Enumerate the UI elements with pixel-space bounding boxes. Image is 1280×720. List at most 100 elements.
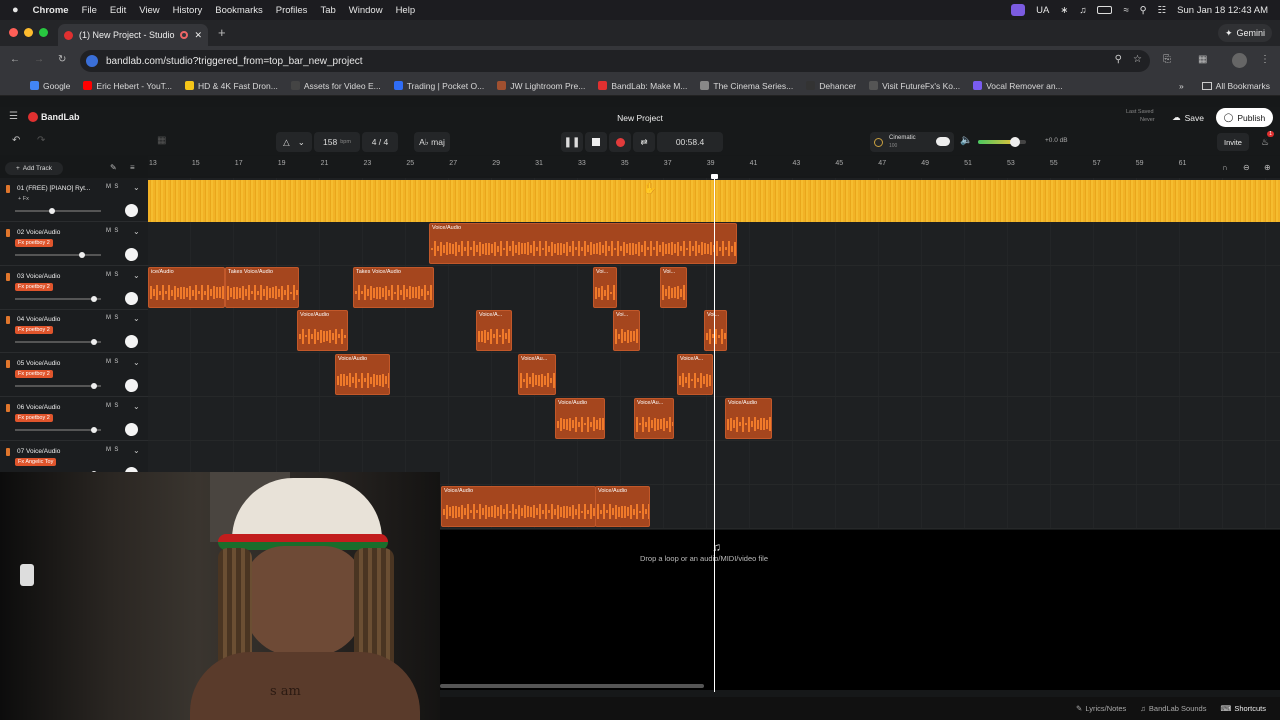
bookmark-item[interactable]: Vocal Remover an... — [973, 81, 1063, 91]
track-volume-handle[interactable] — [79, 251, 85, 258]
audio-clip[interactable]: Voice/Audio — [725, 398, 772, 439]
track-name[interactable]: 05 Voice/Audio — [17, 360, 60, 367]
track-mute-solo[interactable]: M S — [106, 315, 118, 321]
menu-edit[interactable]: Edit — [110, 5, 126, 16]
solo-button[interactable]: S — [114, 272, 118, 278]
track-pan-knob[interactable] — [125, 335, 138, 349]
menu-app-name[interactable]: Chrome — [33, 5, 69, 16]
track-pan-knob[interactable] — [125, 379, 138, 393]
track-volume-handle[interactable] — [91, 427, 97, 433]
minimize-window-button[interactable] — [24, 28, 33, 37]
key-field[interactable]: A♭ maj — [414, 132, 450, 152]
mute-button[interactable]: M — [106, 272, 111, 278]
drop-zone[interactable]: ♫ Drop a loop or an audio/MIDI/video fil… — [440, 530, 1280, 690]
track-volume-handle[interactable] — [91, 295, 97, 302]
track-name[interactable]: 02 Voice/Audio — [17, 229, 60, 236]
menu-profiles[interactable]: Profiles — [276, 5, 308, 16]
audio-clip[interactable]: Voi... — [704, 310, 727, 352]
edit-tool-icon[interactable]: ✎ — [110, 163, 117, 172]
apple-icon[interactable]: ● — [12, 4, 19, 16]
side-panel-icon[interactable]: ▦ — [1198, 54, 1207, 65]
tempo-field[interactable]: 158 bpm — [314, 132, 360, 152]
preset-toggle[interactable] — [936, 137, 950, 146]
record-button[interactable] — [609, 132, 631, 152]
profile-avatar[interactable] — [1232, 53, 1247, 68]
audio-clip[interactable]: ice/Audio — [148, 266, 225, 308]
audio-clip[interactable]: Takes Voice/Audio — [225, 266, 299, 308]
volume-icon[interactable]: ♫ — [1079, 5, 1086, 16]
track-pan-knob[interactable] — [125, 247, 138, 261]
audio-clip[interactable]: Voice/Au... — [634, 398, 674, 439]
audio-clip[interactable]: Voice/Audio — [429, 222, 737, 264]
audio-clip[interactable]: Voi... — [660, 266, 687, 308]
audio-clip[interactable]: Voi... — [593, 266, 617, 308]
add-track-button[interactable]: + Add Track — [5, 162, 63, 175]
bookmark-item[interactable]: Trading | Pocket O... — [393, 81, 484, 91]
bookmark-item[interactable]: Dehancer — [806, 81, 856, 91]
menu-view[interactable]: View — [139, 5, 159, 16]
bookmark-item[interactable]: HD & 4K Fast Dron... — [185, 81, 278, 91]
chevron-down-icon[interactable]: ⌄ — [133, 314, 140, 323]
track-header[interactable]: 04 Voice/Audio Fx poetboy 2 M S ⌄ — [0, 309, 148, 354]
bookmark-item[interactable]: JW Lightroom Pre... — [497, 81, 585, 91]
mute-button[interactable]: M — [106, 315, 111, 321]
track-volume-slider[interactable] — [15, 253, 101, 256]
menu-tab[interactable]: Tab — [320, 5, 335, 16]
tab-new-project[interactable]: (1) New Project - Studio ✕ — [58, 24, 208, 46]
audio-clip[interactable]: Voi... — [613, 310, 640, 352]
track-mute-solo[interactable]: M S — [106, 359, 118, 365]
track-name[interactable]: 06 Voice/Audio — [17, 404, 60, 411]
solo-button[interactable]: S — [114, 359, 118, 365]
solo-button[interactable]: S — [114, 403, 118, 409]
mute-button[interactable]: M — [106, 359, 111, 365]
bookmark-item[interactable]: Assets for Video E... — [290, 81, 381, 91]
track-volume-handle[interactable] — [49, 208, 56, 214]
solo-button[interactable]: S — [114, 315, 118, 321]
track-name[interactable]: 04 Voice/Audio — [17, 316, 60, 323]
audio-clip[interactable]: Voice/Audio — [555, 398, 605, 439]
menu-file[interactable]: File — [82, 5, 97, 16]
mixer-icon[interactable]: ▦ — [157, 135, 166, 146]
solo-button[interactable]: S — [114, 228, 118, 234]
record-arm-icon[interactable] — [6, 185, 10, 193]
gemini-button[interactable]: ✦ Gemini — [1218, 24, 1272, 42]
track-volume-slider[interactable] — [15, 210, 101, 212]
save-button[interactable]: ☁ Save — [1166, 108, 1210, 127]
invite-button[interactable]: Invite — [1217, 133, 1249, 151]
close-tab-icon[interactable]: ✕ — [194, 30, 202, 41]
input-language[interactable]: UA — [1036, 5, 1049, 16]
mute-button[interactable]: M — [106, 403, 111, 409]
undo-icon[interactable]: ↶ — [12, 135, 20, 146]
menu-window[interactable]: Window — [349, 5, 383, 16]
track-header[interactable]: 05 Voice/Audio Fx poetboy 2 M S ⌄ — [0, 353, 148, 398]
loop-button[interactable]: ⇄ — [633, 132, 655, 152]
zoom-out-icon[interactable]: ⊖ — [1243, 163, 1250, 172]
chevron-down-icon[interactable]: ⌄ — [133, 227, 140, 236]
close-window-button[interactable] — [9, 28, 18, 37]
audio-clip[interactable]: Voice/Audio — [441, 485, 596, 527]
track-volume-slider[interactable] — [15, 341, 101, 344]
bookmark-star-icon[interactable]: ☆ — [1133, 54, 1142, 65]
time-signature-field[interactable]: 4 / 4 — [362, 132, 398, 152]
control-center-icon[interactable]: ☷ — [1158, 5, 1167, 16]
audio-clip[interactable]: Voice/A... — [677, 354, 713, 396]
track-pan-knob[interactable] — [125, 204, 138, 217]
track-fx-badge[interactable]: Fx poetboy 2 — [15, 414, 53, 422]
notifications-button[interactable]: ♨ 1 — [1256, 131, 1274, 151]
new-tab-icon[interactable]: + — [218, 25, 226, 40]
chevron-down-icon[interactable]: ⌄ — [133, 358, 140, 367]
track-mute-solo[interactable]: M S — [106, 403, 118, 409]
shortcuts-button[interactable]: Shortcuts — [1234, 704, 1266, 713]
clock[interactable]: Sun Jan 18 12:43 AM — [1177, 5, 1268, 16]
audio-clip[interactable]: Voice/Audio — [297, 310, 348, 352]
screen-record-icon[interactable] — [1011, 4, 1026, 16]
record-arm-icon[interactable] — [6, 404, 10, 412]
chevron-down-icon[interactable]: ⌄ — [133, 402, 140, 411]
track-volume-slider[interactable] — [15, 297, 101, 300]
chevron-down-icon[interactable]: ⌄ — [133, 271, 140, 280]
track-mute-solo[interactable]: M S — [106, 447, 118, 453]
menu-history[interactable]: History — [173, 5, 203, 16]
track-mute-solo[interactable]: M S — [106, 228, 118, 234]
track-fx-badge[interactable]: Fx poetboy 2 — [15, 238, 53, 247]
playhead-handle[interactable] — [711, 174, 718, 179]
